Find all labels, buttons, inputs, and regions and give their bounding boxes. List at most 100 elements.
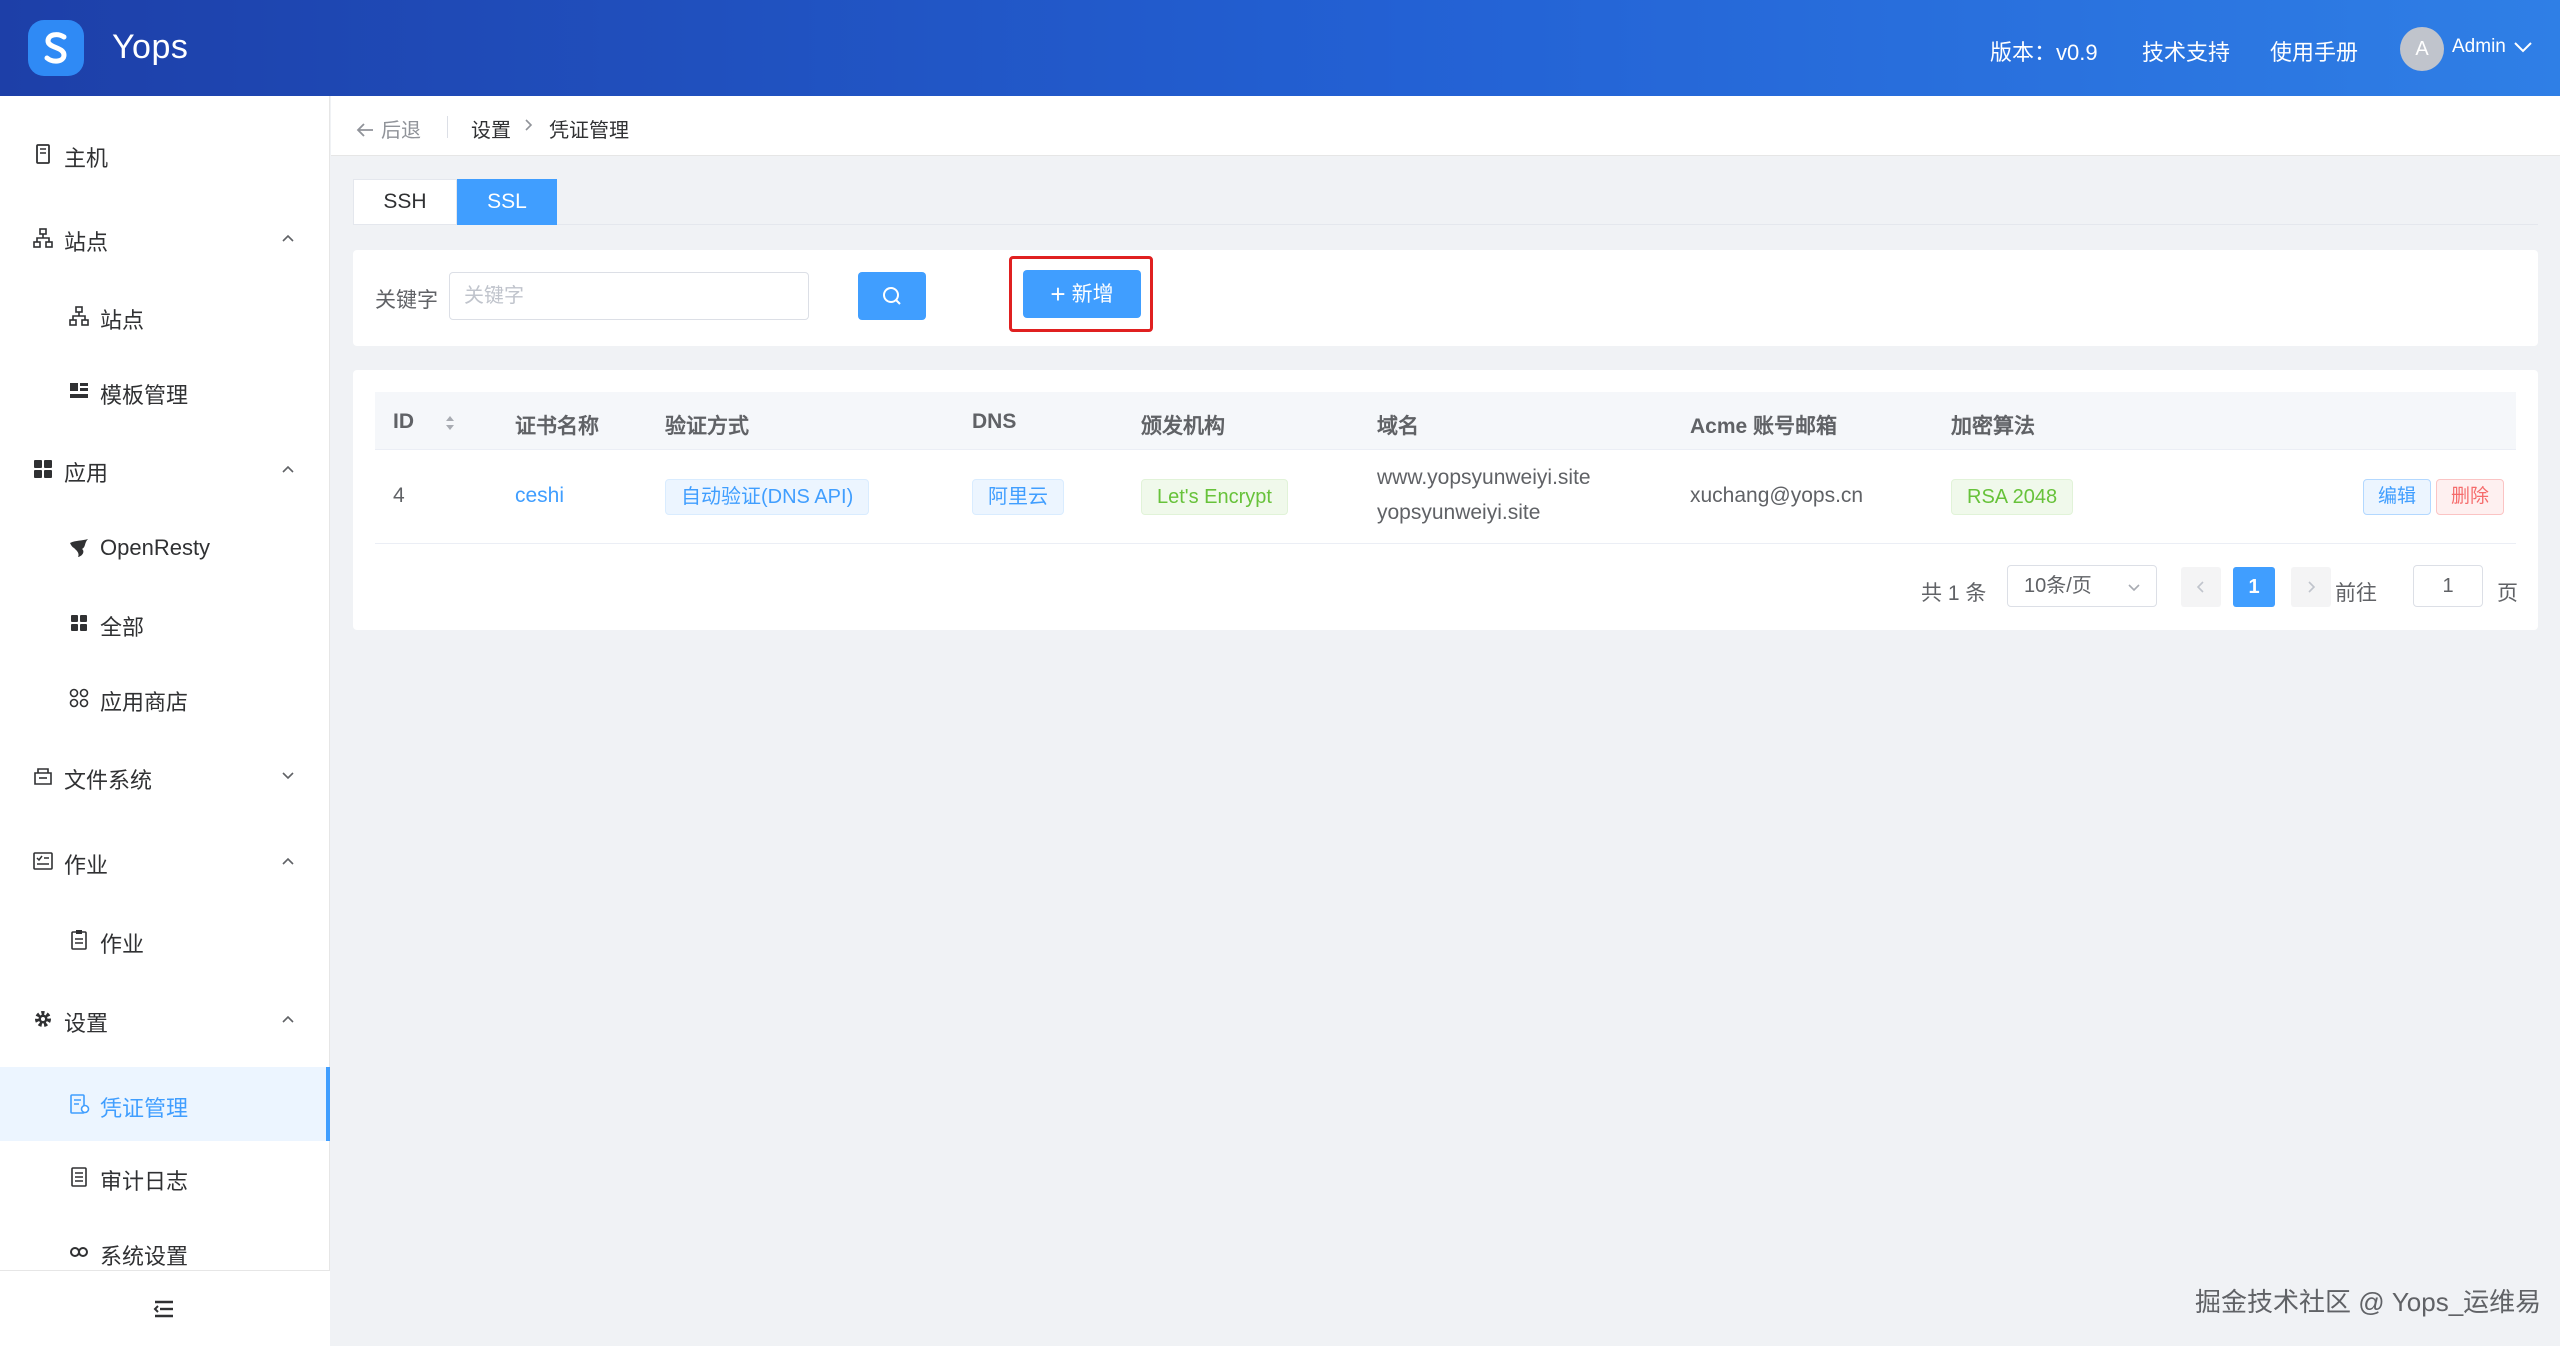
- add-button-label: 新增: [1071, 283, 1114, 306]
- dns-tag: 阿里云: [972, 479, 1064, 515]
- sidebar-item-templates[interactable]: 模板管理: [0, 361, 330, 421]
- sort-icon[interactable]: [443, 412, 457, 434]
- host-icon: [36, 144, 50, 164]
- issuer-tag: Let's Encrypt: [1141, 479, 1288, 515]
- search-button[interactable]: [858, 272, 926, 320]
- avatar[interactable]: A: [2400, 27, 2444, 71]
- column-header-domain: 域名: [1377, 415, 1419, 438]
- table-header: ID 证书名称 验证方式 DNS 颁发机构 域名 Acme 账号邮箱 加密算法: [375, 392, 2516, 450]
- sidebar-item-label: 应用: [64, 461, 109, 486]
- chevron-up-icon: [282, 857, 294, 865]
- sidebar-item-label: 全部: [100, 615, 145, 640]
- chevron-left-icon: [2196, 581, 2204, 593]
- keyword-label: 关键字: [375, 289, 438, 312]
- search-icon: [883, 287, 901, 305]
- cell-domain: www.yopsyunweiyi.site: [1377, 466, 1591, 489]
- sidebar-item-label: 审计日志: [100, 1169, 189, 1194]
- sidebar-item-all-apps[interactable]: 全部: [0, 593, 330, 653]
- sidebar-item-label: 系统设置: [100, 1244, 189, 1269]
- sidebar-item-label: 作业: [100, 932, 145, 957]
- edit-button[interactable]: 编辑: [2363, 479, 2432, 515]
- cell-domain: yopsyunweiyi.site: [1377, 501, 1541, 524]
- sidebar-group-filesystem[interactable]: 文件系统: [0, 746, 330, 806]
- sitemap-icon: [33, 228, 53, 248]
- goto-label: 前往: [2335, 582, 2377, 605]
- column-header-email: Acme 账号邮箱: [1690, 415, 1838, 438]
- yops-logo-icon[interactable]: [28, 20, 84, 76]
- delete-button[interactable]: 删除: [2436, 479, 2505, 515]
- back-label: 后退: [381, 120, 421, 142]
- plus-icon: +: [1050, 279, 1066, 309]
- sidebar-item-openresty[interactable]: OpenResty: [0, 518, 330, 578]
- chevron-up-icon: [282, 465, 294, 473]
- sidebar-item-label: 站点: [100, 308, 145, 333]
- column-header-dns: DNS: [972, 410, 1017, 433]
- sidebar-group-settings[interactable]: 设置: [0, 989, 330, 1049]
- goto-page-input[interactable]: [2413, 565, 2483, 607]
- credential-tabs: SSH SSL: [353, 179, 2538, 225]
- sidebar-item-label: 模板管理: [100, 383, 189, 408]
- cell-name-link[interactable]: ceshi: [515, 484, 564, 508]
- clipboard-icon: [71, 930, 87, 950]
- sidebar-item-label: 应用商店: [100, 690, 189, 715]
- sidebar-item-jobs[interactable]: 作业: [0, 910, 330, 970]
- page-number-current[interactable]: 1: [2233, 567, 2275, 607]
- openresty-icon: [70, 539, 88, 557]
- sidebar-item-audit-log[interactable]: 审计日志: [0, 1147, 330, 1207]
- tab-ssl[interactable]: SSL: [457, 179, 557, 225]
- user-name[interactable]: Admin: [2452, 36, 2506, 58]
- back-button[interactable]: 后退: [355, 114, 421, 143]
- watermark: 掘金技术社区 @ Yops_运维易: [2195, 1287, 2542, 1317]
- add-button[interactable]: + 新增: [1023, 270, 1141, 318]
- sidebar: 主机 站点 站点 模板管理 应用 OpenResty 全部 应用商店 文件系统 …: [0, 96, 330, 1346]
- breadcrumb-credentials: 凭证管理: [549, 120, 629, 142]
- arrow-left-icon: [356, 123, 373, 137]
- chevron-down-icon: [282, 772, 294, 780]
- sidebar-item-label: OpenResty: [100, 535, 211, 560]
- grid-icon: [71, 615, 87, 631]
- verify-tag: 自动验证(DNS API): [665, 479, 870, 515]
- top-header: Yops 版本：v0.9 技术支持 使用手册 A Admin: [0, 0, 2560, 96]
- pagination: 共 1 条 10条/页 1 前往 页: [353, 565, 2538, 613]
- log-icon: [71, 1167, 87, 1187]
- sidebar-group-jobs[interactable]: 作业: [0, 831, 330, 891]
- sidebar-group-sites[interactable]: 站点: [0, 208, 330, 268]
- column-header-name: 证书名称: [515, 415, 599, 438]
- link-icon: [70, 1247, 88, 1257]
- column-header-id[interactable]: ID: [393, 410, 454, 434]
- job-icon: [33, 852, 53, 870]
- chevron-down-icon[interactable]: [2512, 36, 2534, 58]
- tab-ssh[interactable]: SSH: [353, 179, 457, 225]
- sidebar-item-app-store[interactable]: 应用商店: [0, 668, 330, 728]
- sidebar-item-credentials[interactable]: 凭证管理: [0, 1067, 330, 1141]
- gear-icon: [35, 1011, 51, 1027]
- breadcrumb-settings[interactable]: 设置: [471, 114, 511, 143]
- breadcrumb: 后退 设置 凭证管理: [331, 96, 2560, 156]
- version-label: 版本：v0.9: [1990, 40, 2098, 65]
- column-header-verify: 验证方式: [665, 415, 749, 438]
- chevron-up-icon: [282, 234, 294, 242]
- sidebar-item-host[interactable]: 主机: [0, 124, 330, 184]
- chevron-right-icon: [525, 119, 533, 131]
- column-header-issuer: 颁发机构: [1141, 415, 1225, 438]
- next-page-button[interactable]: [2291, 567, 2331, 607]
- chevron-up-icon: [282, 1015, 294, 1023]
- page-suffix: 页: [2497, 582, 2518, 605]
- sidebar-item-sites[interactable]: 站点: [0, 286, 330, 346]
- app-name: Yops: [112, 28, 189, 66]
- user-manual-link[interactable]: 使用手册: [2270, 35, 2358, 67]
- sidebar-group-apps[interactable]: 应用: [0, 439, 330, 499]
- page-size-select[interactable]: 10条/页: [2007, 565, 2157, 607]
- keyword-input[interactable]: [449, 272, 809, 320]
- table-row: 4 ceshi 自动验证(DNS API) 阿里云 Let's Encrypt …: [375, 450, 2516, 544]
- sidebar-item-label: 作业: [64, 853, 109, 878]
- algorithm-tag: RSA 2048: [1951, 479, 2074, 515]
- store-icon: [69, 688, 89, 708]
- column-header-algorithm: 加密算法: [1951, 415, 2035, 438]
- collapse-menu-icon[interactable]: [152, 1297, 176, 1321]
- sitemap-icon: [69, 306, 89, 326]
- breadcrumb-divider: [447, 116, 448, 138]
- tech-support-link[interactable]: 技术支持: [2142, 35, 2230, 67]
- prev-page-button[interactable]: [2181, 567, 2221, 607]
- cell-email: xuchang@yops.cn: [1690, 484, 1864, 507]
